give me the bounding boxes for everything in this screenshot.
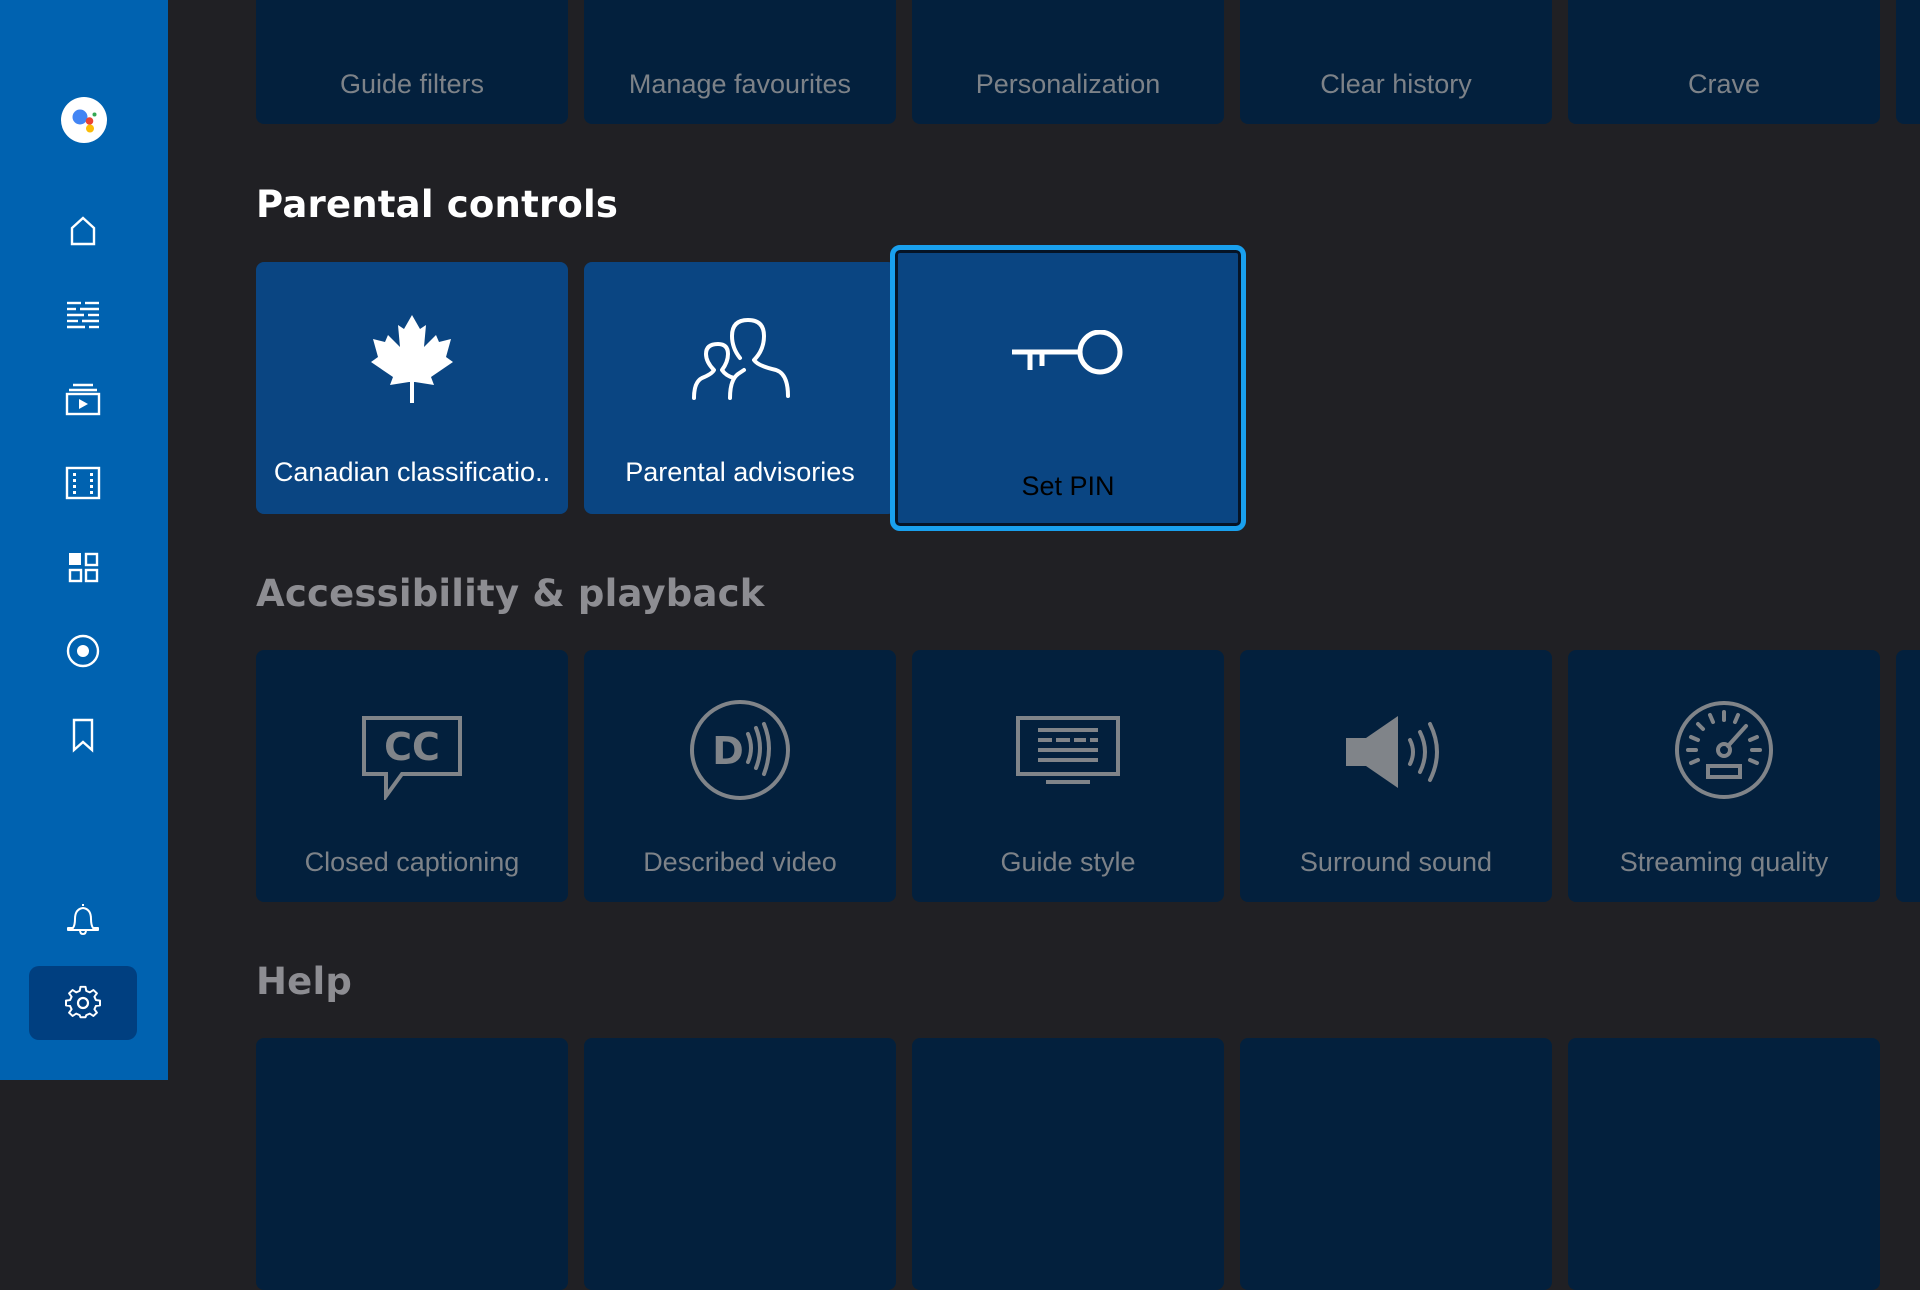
speedometer-icon xyxy=(1675,701,1773,799)
heart-icon xyxy=(720,0,760,6)
people-icon xyxy=(692,318,790,400)
tile-closed-captioning[interactable]: CC Closed captioning xyxy=(256,650,568,902)
apps-grid-icon xyxy=(68,552,99,583)
tile-clear-history[interactable]: Clear history xyxy=(1240,0,1552,124)
tile-help[interactable] xyxy=(584,1038,896,1290)
google-assistant-icon xyxy=(72,109,97,133)
section-title-help: Help xyxy=(256,960,353,1003)
section-title-accessibility: Accessibility & playback xyxy=(256,572,765,615)
tile-manage-favourites[interactable]: Manage favourites xyxy=(584,0,896,124)
guide-grid-icon xyxy=(67,301,99,329)
tile-guide-style[interactable]: Guide style xyxy=(912,650,1224,902)
tile-crave[interactable]: Crave xyxy=(1568,0,1880,124)
section-title-parental-controls: Parental controls xyxy=(256,183,619,226)
sidebar-item-guide[interactable] xyxy=(29,278,137,352)
tile-label: Streaming quality xyxy=(1619,847,1829,877)
key-icon xyxy=(1012,330,1123,375)
sidebar-item-notifications[interactable] xyxy=(29,882,137,956)
tile-surround-sound[interactable]: Surround sound xyxy=(1240,650,1552,902)
sidebar-item-on-demand[interactable] xyxy=(29,362,137,436)
tile-parental-advisories[interactable]: Parental advisories xyxy=(584,262,896,514)
sidebar-item-apps[interactable] xyxy=(29,530,137,604)
maple-leaf-icon xyxy=(371,315,453,403)
tile-help[interactable] xyxy=(1568,1038,1880,1290)
tile-streaming-quality[interactable]: Streaming quality xyxy=(1568,650,1880,902)
sidebar-nav xyxy=(0,0,168,1080)
tile-set-pin[interactable]: Set PIN xyxy=(890,245,1246,531)
tile-label: Personalization xyxy=(975,69,1161,99)
tile-label: Crave xyxy=(1687,69,1761,99)
svg-text:D: D xyxy=(712,729,744,773)
tile-help[interactable] xyxy=(256,1038,568,1290)
tile-label: Canadian classificatio.. xyxy=(273,457,551,487)
sidebar-item-recordings[interactable] xyxy=(29,614,137,688)
sidebar-item-bookmarks[interactable] xyxy=(29,698,137,772)
tile-described-video[interactable]: D Described video xyxy=(584,650,896,902)
speaker-icon xyxy=(1346,716,1439,788)
trash-icon xyxy=(1361,0,1431,22)
video-library-icon xyxy=(65,383,101,416)
tile-label: Set PIN xyxy=(1021,471,1115,501)
tile-label: Guide style xyxy=(1000,847,1136,877)
sidebar-item-settings[interactable] xyxy=(29,966,137,1040)
tile-label: Parental advisories xyxy=(625,457,855,487)
bookmark-icon xyxy=(72,718,94,753)
tile-help[interactable] xyxy=(1240,1038,1552,1290)
personalization-icon xyxy=(1018,0,1118,18)
tile-label: Manage favourites xyxy=(628,69,852,99)
film-strip-icon xyxy=(65,466,101,500)
settings-main: Guide filters Manage favourites Personal… xyxy=(168,0,1920,1290)
closed-caption-icon: CC xyxy=(362,716,462,800)
tile-help[interactable] xyxy=(912,1038,1224,1290)
record-icon xyxy=(66,634,100,668)
svg-text:CC: CC xyxy=(384,725,440,769)
tile-label: Guide filters xyxy=(339,69,485,99)
filter-icon xyxy=(382,0,442,6)
tile-guide-filters[interactable]: Guide filters xyxy=(256,0,568,124)
tile-personalization[interactable]: Personalization xyxy=(912,0,1224,124)
crave-icon xyxy=(1674,0,1774,22)
tile-label: Closed captioning xyxy=(304,847,520,877)
described-video-icon: D xyxy=(690,700,790,800)
sidebar-item-home[interactable] xyxy=(29,194,137,268)
tile-partial[interactable] xyxy=(1896,0,1920,124)
tile-label: Surround sound xyxy=(1299,847,1493,877)
tile-label: Clear history xyxy=(1320,69,1472,99)
tile-partial[interactable] xyxy=(1896,650,1920,902)
tile-label: Described video xyxy=(643,847,837,877)
gear-icon xyxy=(65,985,101,1019)
sidebar-item-movies[interactable] xyxy=(29,446,137,520)
bell-icon xyxy=(67,904,99,935)
tile-canadian-classification[interactable]: Canadian classificatio.. xyxy=(256,262,568,514)
guide-style-icon xyxy=(1016,716,1120,784)
google-assistant-button[interactable] xyxy=(61,97,107,143)
home-icon xyxy=(70,216,96,246)
